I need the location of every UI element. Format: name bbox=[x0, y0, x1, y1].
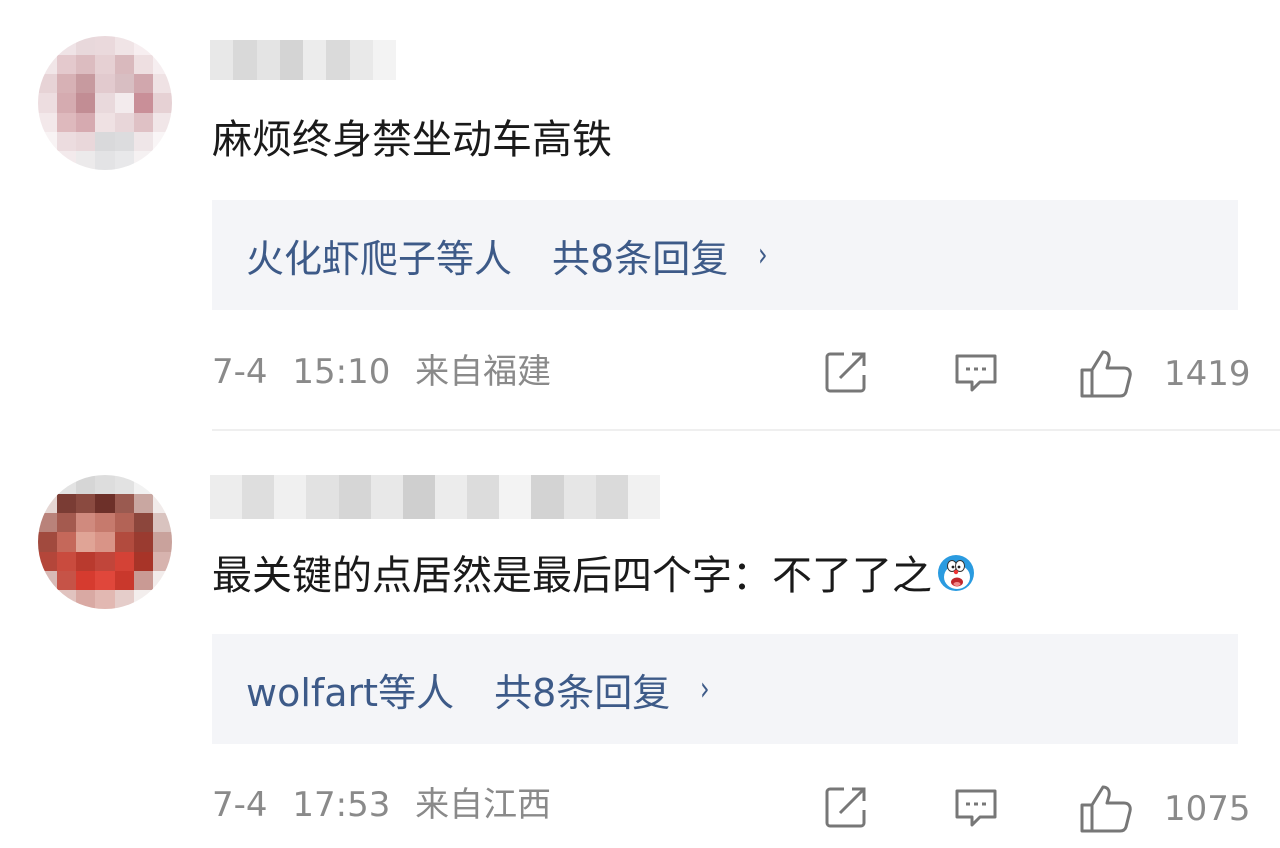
avatar-mosaic bbox=[38, 36, 172, 170]
reply-button[interactable] bbox=[952, 348, 1000, 396]
username-blurred[interactable] bbox=[210, 40, 396, 80]
avatar-mosaic bbox=[38, 475, 172, 609]
reply-users: wolfart等人 bbox=[246, 670, 455, 715]
avatar[interactable] bbox=[38, 475, 172, 609]
comment-location: 来自福建 bbox=[415, 352, 552, 392]
comment-time: 17:53 bbox=[292, 785, 391, 825]
avatar[interactable] bbox=[38, 36, 172, 170]
username-blurred[interactable] bbox=[210, 475, 660, 519]
comment-meta: 7-4 15:10 来自福建 bbox=[212, 352, 551, 392]
reply-count: 共8条回复 bbox=[494, 670, 671, 715]
thumbs-up-icon bbox=[1080, 350, 1132, 398]
thumbs-up-icon bbox=[1080, 785, 1132, 833]
comment-text: 麻烦终身禁坐动车高铁 bbox=[212, 117, 612, 163]
comment-time: 15:10 bbox=[292, 352, 391, 392]
comment-icon bbox=[955, 354, 997, 392]
comment-date: 7-4 bbox=[212, 352, 268, 392]
reply-button[interactable] bbox=[952, 783, 1000, 831]
chevron-right-icon: › bbox=[700, 669, 710, 709]
share-icon bbox=[825, 787, 866, 828]
share-button[interactable] bbox=[822, 783, 870, 831]
comment-item: 麻烦终身禁坐动车高铁 火化虾爬子等人 共8条回复 › 7-4 15:10 来自福… bbox=[0, 0, 1280, 430]
comment-item: 最关键的点居然是最后四个字：不了了之 wolfart等人 共8条回复 › 7-4… bbox=[0, 431, 1280, 848]
reply-count: 共8条回复 bbox=[552, 236, 729, 281]
chevron-right-icon: › bbox=[758, 235, 768, 275]
comment-location: 来自江西 bbox=[415, 785, 552, 825]
comment-meta: 7-4 17:53 来自江西 bbox=[212, 785, 551, 825]
like-button[interactable]: 1419 bbox=[1078, 348, 1251, 400]
replies-summary[interactable]: wolfart等人 共8条回复 › bbox=[212, 634, 1238, 744]
comment-date: 7-4 bbox=[212, 785, 268, 825]
comment-text: 最关键的点居然是最后四个字：不了了之 bbox=[212, 550, 976, 602]
replies-summary[interactable]: 火化虾爬子等人 共8条回复 › bbox=[212, 200, 1238, 310]
comment-text-content: 最关键的点居然是最后四个字：不了了之 bbox=[212, 553, 932, 599]
like-count: 1419 bbox=[1164, 354, 1251, 394]
like-button[interactable]: 1075 bbox=[1078, 783, 1251, 835]
comment-icon bbox=[955, 789, 997, 827]
share-button[interactable] bbox=[822, 348, 870, 396]
reply-users: 火化虾爬子等人 bbox=[246, 236, 513, 281]
like-count: 1075 bbox=[1164, 789, 1251, 829]
doraemon-emoji-icon bbox=[938, 555, 974, 591]
share-icon bbox=[825, 352, 866, 393]
